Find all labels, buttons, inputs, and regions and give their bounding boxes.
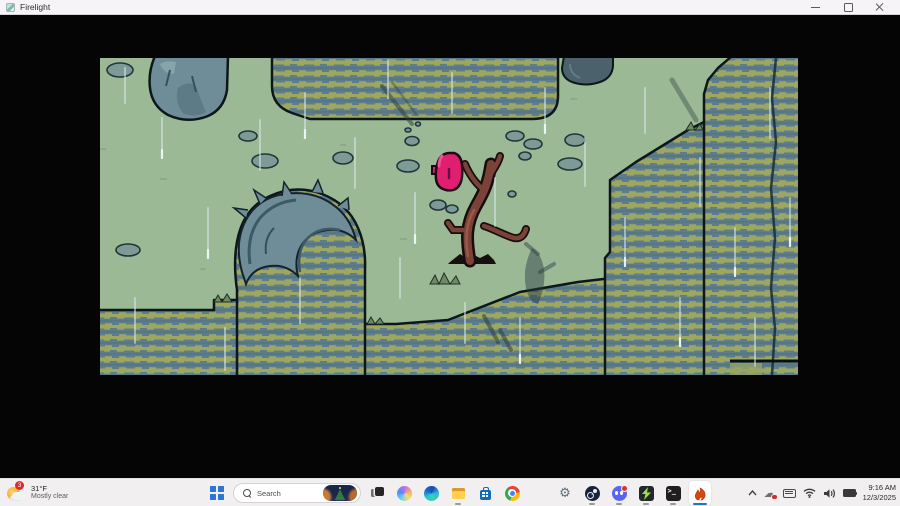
settings-button[interactable]: ⚙ <box>554 481 576 505</box>
minimize-button-icon[interactable] <box>809 2 822 13</box>
weather-condition: Mostly clear <box>31 493 69 501</box>
copilot-button[interactable] <box>393 481 415 505</box>
volume-icon[interactable] <box>823 488 836 499</box>
start-button[interactable] <box>206 481 228 505</box>
sun-behind-cloud-icon: 3 <box>6 481 26 503</box>
terminal-icon: >_ <box>665 485 681 501</box>
edge-button[interactable] <box>420 481 442 505</box>
copilot-icon <box>396 485 412 501</box>
taskbar-center: Search ⚙ >_ <box>206 479 711 506</box>
close-button-icon[interactable] <box>873 2 886 13</box>
steam-button[interactable] <box>581 481 603 505</box>
clock-time: 9:16 AM <box>868 483 896 493</box>
window-title: Firelight <box>20 2 51 12</box>
flame-icon <box>693 486 708 501</box>
taskbar-clock[interactable]: 9:16 AM 12/3/2025 <box>863 483 896 503</box>
holiday-tree-thumbnail[interactable] <box>323 485 357 501</box>
touch-keyboard-icon[interactable] <box>782 488 796 498</box>
search-input[interactable]: Search <box>233 483 361 503</box>
discord-badge <box>620 484 628 492</box>
weather-temperature: 31°F <box>31 483 47 493</box>
system-tray: ☁ 9:16 AM 12/3/2025 <box>748 479 896 506</box>
windows-start-icon <box>210 486 224 500</box>
dark-rock <box>560 58 614 86</box>
taskbar: 3 31°F Mostly clear Search ⚙ >_ ☁ 9:16 A… <box>0 478 900 506</box>
task-view-icon <box>370 486 385 501</box>
terminal-button[interactable]: >_ <box>662 481 684 505</box>
maximize-button-icon[interactable] <box>841 2 854 13</box>
task-view-button[interactable] <box>366 481 388 505</box>
game-scene <box>100 58 798 375</box>
store-icon <box>478 486 493 501</box>
search-icon <box>243 488 252 498</box>
lightning-icon <box>638 485 654 501</box>
wifi-icon[interactable] <box>803 488 816 498</box>
chrome-button[interactable] <box>501 481 523 505</box>
search-placeholder: Search <box>257 488 281 498</box>
notification-badge: 3 <box>15 481 24 490</box>
lightning-app-button[interactable] <box>635 481 657 505</box>
cloud-sync-error-icon[interactable]: ☁ <box>764 487 778 500</box>
game-canvas[interactable] <box>100 58 798 375</box>
file-explorer-button[interactable] <box>447 481 469 505</box>
steam-icon <box>584 485 600 501</box>
gear-icon: ⚙ <box>559 485 571 501</box>
hidden-icons-chevron[interactable] <box>748 490 757 496</box>
file-explorer-icon <box>451 486 466 501</box>
window-titlebar: Firelight <box>0 0 900 15</box>
clock-date: 12/3/2025 <box>862 493 896 502</box>
weather-widget[interactable]: 3 31°F Mostly clear <box>6 479 68 506</box>
battery-icon[interactable] <box>842 489 858 497</box>
discord-icon <box>611 484 628 501</box>
firelight-button[interactable] <box>689 481 711 505</box>
boulder-rock <box>148 58 230 121</box>
window-app-icon <box>6 2 15 12</box>
window-controls <box>809 2 894 13</box>
desktop-screen: Firelight 3 31°F Mostly clear Search ⚙ >… <box>0 0 900 506</box>
discord-button[interactable] <box>608 481 630 505</box>
store-button[interactable] <box>474 481 496 505</box>
edge-icon <box>423 485 439 501</box>
chrome-icon <box>504 485 520 501</box>
window-content <box>0 15 900 478</box>
